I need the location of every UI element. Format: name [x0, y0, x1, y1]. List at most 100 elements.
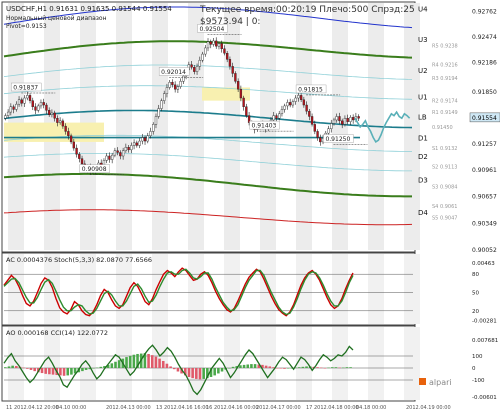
candle-body	[111, 154, 114, 160]
cci-panel	[1, 325, 416, 402]
cci-axis-tick: -0.00601	[472, 395, 497, 401]
stoch-axis-tick: -0.00281	[472, 319, 497, 325]
candle-body	[330, 123, 333, 129]
candle-body	[64, 125, 67, 132]
ao-histogram-bar	[338, 367, 341, 369]
time-axis-tick: 16 2012.04.16 00:00	[206, 405, 259, 411]
candle-body	[146, 135, 149, 142]
support-resistance-label: R4 0.9216	[432, 63, 458, 69]
time-axis-tick: 2012.04.13 00:00	[106, 405, 151, 411]
ao-histogram-bar	[198, 368, 202, 380]
support-resistance-label: S5 0.9047	[432, 215, 457, 221]
candle-body	[305, 104, 308, 112]
price-axis-tick: 0.90657	[472, 194, 497, 201]
candle-body	[113, 150, 117, 156]
session-shade	[296, 254, 312, 324]
session-shade	[296, 3, 312, 250]
ao-histogram-bar	[301, 366, 305, 368]
ao-histogram-bar	[286, 368, 290, 369]
candle-body	[163, 93, 166, 101]
candle-body	[272, 115, 275, 121]
ao-histogram-bar	[4, 367, 7, 368]
ao-histogram-bar	[169, 366, 172, 368]
ao-histogram-bar	[253, 364, 257, 368]
ao-histogram-bar	[250, 364, 253, 368]
ao-histogram-bar	[172, 368, 176, 370]
candle-body	[316, 131, 319, 138]
time-axis-tick: 2012.04.19 00:00	[406, 405, 451, 411]
candle-body	[245, 106, 248, 116]
last-price-label: 0.91554	[472, 115, 497, 122]
support-resistance-label: S3 0.9084	[432, 185, 457, 191]
candle-body	[182, 75, 185, 82]
candle-body	[138, 140, 141, 146]
candle-body	[299, 95, 303, 100]
candle-body	[61, 120, 65, 127]
cci-axis-tick: -100	[472, 378, 485, 384]
candle-body	[278, 113, 281, 119]
candle-body	[327, 128, 330, 134]
session-shade	[404, 254, 420, 324]
ao-histogram-bar	[176, 368, 180, 372]
ao-histogram-bar	[279, 368, 283, 369]
candle-body	[201, 53, 204, 61]
session-shade	[116, 3, 132, 250]
cci-axis-tick: 0	[472, 366, 476, 372]
candle-body	[231, 66, 234, 74]
ao-histogram-bar	[305, 366, 308, 368]
time-axis-tick: 17 2012.04.18 00:00	[306, 405, 359, 411]
ao-histogram-bar	[59, 368, 62, 376]
price-axis-tick: 0.92186	[472, 59, 497, 66]
candle-body	[343, 118, 347, 125]
ao-histogram-bar	[7, 366, 11, 368]
session-shade	[224, 327, 240, 400]
ao-histogram-bar	[165, 363, 169, 368]
ao-histogram-bar	[158, 358, 161, 368]
candle-body	[193, 67, 196, 72]
ao-histogram-bar	[150, 355, 154, 368]
session-shade	[188, 3, 204, 250]
ao-histogram-bar	[239, 365, 242, 368]
ao-histogram-bar	[147, 353, 150, 368]
candle-body	[165, 87, 169, 94]
ao-histogram-bar	[117, 360, 121, 368]
candle-body	[53, 112, 56, 119]
ao-histogram-bar	[246, 364, 250, 368]
candle-body	[130, 145, 133, 151]
support-resistance-label: 0.91450	[432, 125, 453, 131]
logo-text: alpari	[429, 378, 452, 387]
candle-body	[42, 102, 45, 106]
ao-histogram-bar	[202, 368, 205, 379]
session-shade	[332, 327, 348, 400]
ao-histogram-bar	[15, 366, 18, 368]
ao-histogram-bar	[92, 368, 95, 369]
candle-body	[4, 115, 7, 119]
session-shade	[152, 254, 168, 324]
candle-body	[351, 117, 355, 121]
candle-body	[56, 118, 59, 123]
candle-body	[12, 106, 15, 110]
price-annotation: 0.92014	[161, 69, 186, 76]
ao-histogram-bar	[40, 368, 44, 374]
symbol-ohlc: USDCHF,H1 0.91631 0.91635 0.91544 0.9155…	[6, 5, 172, 13]
candle-body	[72, 141, 75, 149]
candle-body	[179, 81, 182, 87]
ao-histogram-bar	[217, 368, 220, 374]
candle-body	[335, 116, 338, 121]
price-annotation: 0.91837	[13, 84, 38, 91]
candle-body	[116, 150, 119, 153]
candle-body	[198, 60, 201, 67]
ao-histogram-bar	[48, 368, 51, 375]
ao-histogram-bar	[110, 363, 114, 368]
ao-histogram-bar	[114, 361, 117, 368]
ao-histogram-bar	[84, 368, 88, 370]
chart-window: 0.91837 0.90908 0.92014 0.92504 0.91403 0.918…	[0, 0, 500, 413]
session-shade	[404, 327, 420, 400]
candle-body	[26, 95, 29, 99]
ao-histogram-bar	[327, 367, 330, 369]
candle-body	[206, 41, 210, 49]
ao-histogram-bar	[268, 366, 272, 368]
pivot-level-label: D4	[418, 209, 428, 217]
candle-body	[119, 152, 122, 157]
candle-body	[39, 102, 43, 107]
